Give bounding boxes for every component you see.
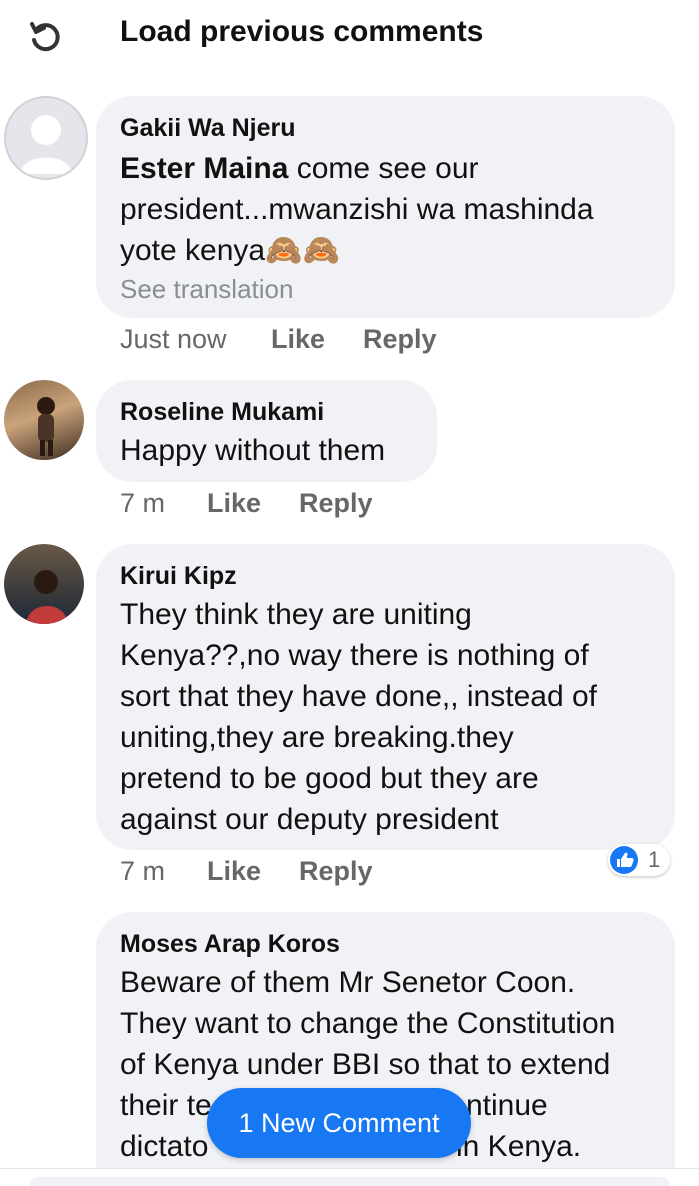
comment-author[interactable]: Moses Arap Koros <box>120 930 340 959</box>
reaction-count: 1 <box>648 847 661 872</box>
reply-button[interactable]: Reply <box>299 856 373 887</box>
comment-bubble: Gakii Wa Njeru Ester Maina come see our … <box>96 96 675 318</box>
load-previous-comments[interactable]: Load previous comments <box>0 0 699 70</box>
comment-composer-bar <box>0 1168 699 1186</box>
avatar[interactable] <box>4 96 88 180</box>
like-icon <box>610 846 638 874</box>
comment-bubble: Roseline Mukami Happy without them <box>96 380 437 482</box>
comment-author[interactable]: Roseline Mukami <box>120 398 324 427</box>
comment-time: Just now <box>120 324 227 354</box>
reply-button[interactable]: Reply <box>363 324 437 355</box>
see-translation-link[interactable]: See translation <box>120 274 293 305</box>
comment-time: 7 m <box>120 488 166 518</box>
comment-time: 7 m <box>120 856 166 886</box>
like-button[interactable]: Like <box>207 856 261 887</box>
like-button[interactable]: Like <box>207 488 261 519</box>
person-photo-icon <box>26 570 68 624</box>
avatar[interactable] <box>4 544 84 624</box>
comment-text: Ester Maina come see our president...mwa… <box>120 152 594 267</box>
load-previous-label: Load previous comments <box>120 15 484 48</box>
comment-text: Happy without them <box>120 434 386 467</box>
new-comment-button[interactable]: 1 New Comment <box>207 1088 471 1158</box>
comment-text: Beware of them Mr Senetor Coon. They wan… <box>120 966 616 1081</box>
comment-text-line: their te <box>120 1089 212 1122</box>
refresh-icon <box>30 22 60 52</box>
reply-button[interactable]: Reply <box>299 488 373 519</box>
like-button[interactable]: Like <box>271 324 325 355</box>
comment-author[interactable]: Kirui Kipz <box>120 562 237 591</box>
default-avatar-icon <box>20 115 72 174</box>
comment-text-line: ntinue <box>466 1089 548 1122</box>
comment-author[interactable]: Gakii Wa Njeru <box>120 114 296 143</box>
avatar[interactable] <box>4 380 84 460</box>
person-photo-icon <box>37 397 55 456</box>
reaction-badge[interactable]: 1 <box>608 844 670 876</box>
mention-link[interactable]: Ester Maina <box>120 152 288 185</box>
comment-text: They think they are uniting Kenya??,no w… <box>120 598 597 836</box>
comment-text-line: in Kenya. <box>456 1130 582 1163</box>
comment-text-line: dictato <box>120 1130 209 1163</box>
comment-bubble: Kirui Kipz They think they are uniting K… <box>96 544 675 850</box>
